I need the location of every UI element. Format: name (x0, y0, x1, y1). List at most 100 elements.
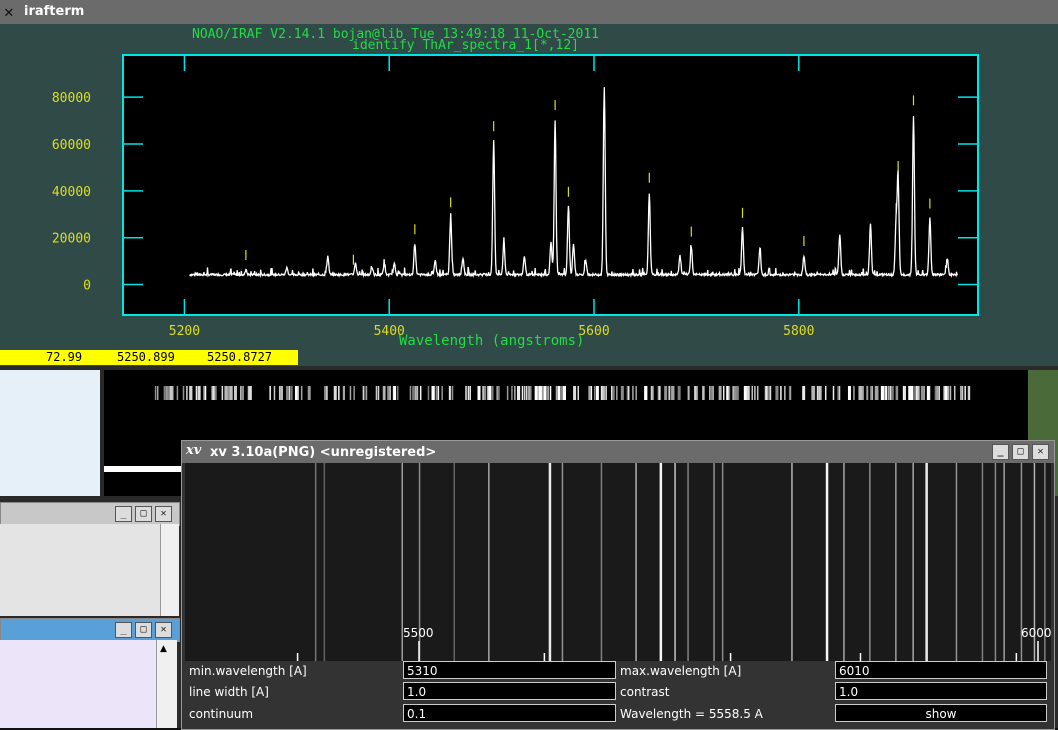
strip-bright-line (538, 386, 542, 400)
strip-line (384, 386, 386, 400)
strip-line (375, 386, 378, 400)
continuum-field[interactable]: 0.1 (403, 704, 616, 722)
strip-line (960, 386, 962, 400)
y-tick-label: 20000 (52, 232, 91, 247)
strip-line (214, 386, 217, 400)
spectral-line (843, 463, 845, 661)
strip-line (496, 386, 498, 400)
strip-line (211, 386, 213, 400)
strip-line (555, 386, 558, 400)
strip-line (511, 386, 513, 400)
strip-line (754, 386, 756, 400)
strip-line (756, 386, 759, 400)
minimize-icon[interactable]: _ (115, 622, 132, 638)
close-icon[interactable]: ✕ (155, 622, 172, 638)
strip-line (247, 386, 250, 400)
strip-line (824, 386, 827, 400)
strip-bright-line (595, 386, 599, 400)
strip-bright-line (847, 386, 851, 400)
strip-line (416, 386, 418, 400)
strip-line (671, 386, 675, 400)
strip-bright-line (944, 386, 948, 400)
scrollbar[interactable] (160, 524, 179, 616)
synthetic-spectrum-lines: 5500 6000 (296, 463, 1052, 661)
strip-line (837, 386, 840, 400)
close-icon[interactable]: ✕ (1032, 444, 1049, 460)
y-tick-label: 60000 (52, 138, 91, 153)
maximize-icon[interactable]: □ (1012, 444, 1029, 460)
strip-line (811, 386, 815, 400)
form-row-line-width: line width [A] 1.0 contrast 1.0 (185, 682, 1051, 702)
background-window2-titlebar[interactable]: _ □ ✕ (0, 618, 180, 642)
strip-line (204, 386, 207, 400)
minimize-icon[interactable]: _ (992, 444, 1009, 460)
max-wavelength-field[interactable]: 6010 (835, 661, 1047, 679)
background-window2-body (0, 640, 156, 728)
tick-label-6000: 6000 (1021, 626, 1051, 640)
cursor-status-bar: 72.99 5250.899 5250.8727 (0, 350, 298, 365)
strip-line (469, 386, 472, 400)
min-wavelength-field[interactable]: 5310 (403, 661, 616, 679)
strip-line (484, 386, 487, 400)
form-row-wavelength-range: min.wavelength [A] 5310 max.wavelength [… (185, 661, 1051, 681)
spectral-line (869, 463, 871, 661)
scroll-up-icon[interactable]: ▲ (160, 644, 167, 654)
strip-line (764, 386, 767, 400)
window-title: irafterm (24, 4, 85, 19)
scrollbar[interactable]: ▲ (156, 640, 177, 728)
strip-line (467, 386, 470, 400)
strip-bright-line (431, 386, 435, 400)
minimize-icon[interactable]: _ (115, 506, 132, 522)
background-window-titlebar[interactable]: _ □ ✕ (0, 502, 180, 526)
strip-line (892, 386, 894, 400)
strip-line (949, 386, 952, 400)
irafterm-titlebar[interactable]: ✕ irafterm (0, 0, 1058, 24)
spectral-line (674, 463, 676, 661)
strip-line (518, 386, 521, 400)
xv-window: xv xv 3.10a(PNG) <unregistered> _ □ ✕ 55… (181, 440, 1055, 730)
xv-titlebar[interactable]: xv xv 3.10a(PNG) <unregistered> _ □ ✕ (182, 441, 1054, 463)
strip-line (291, 386, 293, 400)
strip-line (349, 386, 352, 400)
strip-line (668, 386, 670, 400)
strip-line (915, 386, 918, 400)
strip-line (703, 386, 705, 400)
strip-line (694, 386, 696, 400)
max-wavelength-label: max.wavelength [A] (620, 664, 742, 678)
strip-line (687, 386, 690, 400)
strip-line (874, 386, 878, 400)
xv-window-title: xv 3.10a(PNG) <unregistered> (210, 445, 437, 460)
strip-bright-line (557, 386, 561, 400)
strip-line (165, 386, 168, 400)
tick-label-5500: 5500 (403, 626, 434, 640)
strip-bright-line (910, 386, 914, 400)
strip-bright-line (563, 386, 566, 400)
strip-line (934, 386, 937, 400)
strip-line (273, 386, 276, 400)
strip-line (818, 386, 820, 400)
close-icon[interactable]: ✕ (155, 506, 172, 522)
strip-line (525, 386, 528, 400)
strip-line (780, 386, 782, 400)
strip-line (195, 386, 198, 400)
x-axis-label: Wavelength (angstroms) (399, 333, 585, 349)
strip-line (186, 386, 188, 400)
show-button[interactable]: show (835, 704, 1047, 722)
strip-bright-line (477, 386, 481, 400)
strip-line (182, 386, 185, 400)
synthetic-spectrum-image[interactable]: 5500 6000 (185, 463, 1052, 661)
maximize-icon[interactable]: □ (135, 506, 152, 522)
strip-line (590, 386, 593, 400)
spectrum-plot[interactable]: 020000400006000080000 5200 5400 5600 5800 (0, 24, 1058, 350)
line-width-field[interactable]: 1.0 (403, 682, 616, 700)
strip-line (870, 386, 872, 400)
strip-line (514, 386, 516, 400)
maximize-icon[interactable]: □ (135, 622, 152, 638)
strip-line (412, 386, 416, 400)
strip-line (659, 386, 661, 400)
strip-line (221, 386, 224, 400)
contrast-field[interactable]: 1.0 (835, 682, 1047, 700)
strip-line (895, 386, 898, 400)
strip-line (871, 386, 874, 400)
strip-line (326, 386, 328, 400)
